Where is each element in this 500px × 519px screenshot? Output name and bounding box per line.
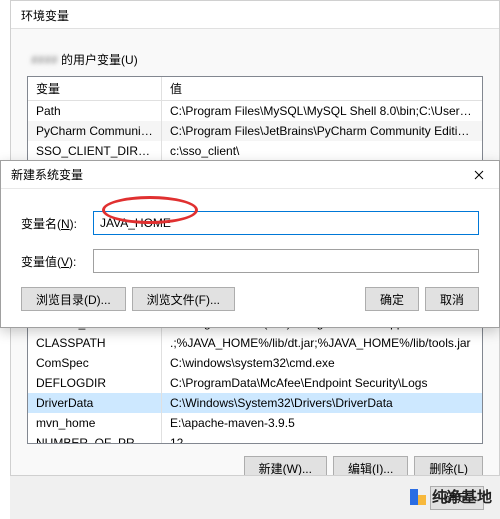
watermark-text: 纯净基地 xyxy=(432,486,492,507)
user-vars-table[interactable]: 变量 值 PathC:\Program Files\MySQL\MySQL Sh… xyxy=(27,76,483,162)
table-row[interactable]: SSO_CLIENT_DIRECTORYc:\sso_client\ xyxy=(28,141,482,161)
cell-val: C:\ProgramData\McAfee\Endpoint Security\… xyxy=(162,373,482,393)
table-row[interactable]: CLASSPATH.;%JAVA_HOME%/lib/dt.jar;%JAVA_… xyxy=(28,333,482,353)
dialog-title: 新建系统变量 xyxy=(11,166,83,183)
table-row[interactable]: mvn_homeE:\apache-maven-3.9.5 xyxy=(28,413,482,433)
cell-var: CLASSPATH xyxy=(28,333,162,353)
dialog-title-bar[interactable]: 新建系统变量 xyxy=(1,161,499,189)
value-row: 变量值(V): xyxy=(21,249,479,273)
close-icon xyxy=(474,170,484,180)
env-vars-content: #### 的用户变量(U) 变量 值 PathC:\Program Files\… xyxy=(11,29,499,178)
user-vars-label: #### 的用户变量(U) xyxy=(31,51,483,68)
table-row[interactable]: PathC:\Program Files\MySQL\MySQL Shell 8… xyxy=(28,101,482,121)
table-row[interactable]: NUMBER_OF_PROCESSORS12 xyxy=(28,433,482,443)
col-value[interactable]: 值 xyxy=(162,77,482,100)
ok-button[interactable]: 确定 xyxy=(365,287,419,311)
table-header: 变量 值 xyxy=(28,77,482,101)
cell-var: ComSpec xyxy=(28,353,162,373)
cell-var: NUMBER_OF_PROCESSORS xyxy=(28,433,162,443)
cell-val: C:\Program Files\JetBrains\PyCharm Commu… xyxy=(162,121,482,141)
cell-val: E:\apache-maven-3.9.5 xyxy=(162,413,482,433)
cell-var: Path xyxy=(28,101,162,121)
cell-val: .;%JAVA_HOME%/lib/dt.jar;%JAVA_HOME%/lib… xyxy=(162,333,482,353)
cell-var: mvn_home xyxy=(28,413,162,433)
value-label: 变量值(V): xyxy=(21,253,93,270)
watermark: 纯净基地 xyxy=(408,486,492,507)
cell-var: DriverData xyxy=(28,393,162,413)
variable-name-input[interactable] xyxy=(93,211,479,235)
cancel-button[interactable]: 取消 xyxy=(425,287,479,311)
cell-var: DEFLOGDIR xyxy=(28,373,162,393)
cell-var: SSO_CLIENT_DIRECTORY xyxy=(28,141,162,161)
close-button[interactable] xyxy=(467,165,491,185)
browse-file-button[interactable]: 浏览文件(F)... xyxy=(132,287,235,311)
table-row[interactable]: ComSpecC:\windows\system32\cmd.exe xyxy=(28,353,482,373)
cell-val: C:\Windows\System32\Drivers\DriverData xyxy=(162,393,482,413)
table-row[interactable]: PyCharm Community Editi...C:\Program Fil… xyxy=(28,121,482,141)
cell-val: 12 xyxy=(162,433,482,443)
name-label: 变量名(N): xyxy=(21,215,93,232)
watermark-icon xyxy=(408,487,428,507)
variable-value-input[interactable] xyxy=(93,249,479,273)
cell-val: C:\windows\system32\cmd.exe xyxy=(162,353,482,373)
table-row[interactable]: DriverDataC:\Windows\System32\Drivers\Dr… xyxy=(28,393,482,413)
cell-var: PyCharm Community Editi... xyxy=(28,121,162,141)
dialog-body: 变量名(N): 变量值(V): 浏览目录(D)... 浏览文件(F)... 确定… xyxy=(1,189,499,327)
cell-val: c:\sso_client\ xyxy=(162,141,482,161)
browse-dir-button[interactable]: 浏览目录(D)... xyxy=(21,287,126,311)
table-row[interactable]: DEFLOGDIRC:\ProgramData\McAfee\Endpoint … xyxy=(28,373,482,393)
name-row: 变量名(N): xyxy=(21,211,479,235)
col-variable[interactable]: 变量 xyxy=(28,77,162,100)
dialog-buttons: 浏览目录(D)... 浏览文件(F)... 确定 取消 xyxy=(21,287,479,311)
cell-val: C:\Program Files\MySQL\MySQL Shell 8.0\b… xyxy=(162,101,482,121)
new-system-var-dialog: 新建系统变量 变量名(N): 变量值(V): 浏览目录(D)... 浏览文件(F… xyxy=(0,160,500,328)
env-vars-title: 环境变量 xyxy=(11,1,499,29)
